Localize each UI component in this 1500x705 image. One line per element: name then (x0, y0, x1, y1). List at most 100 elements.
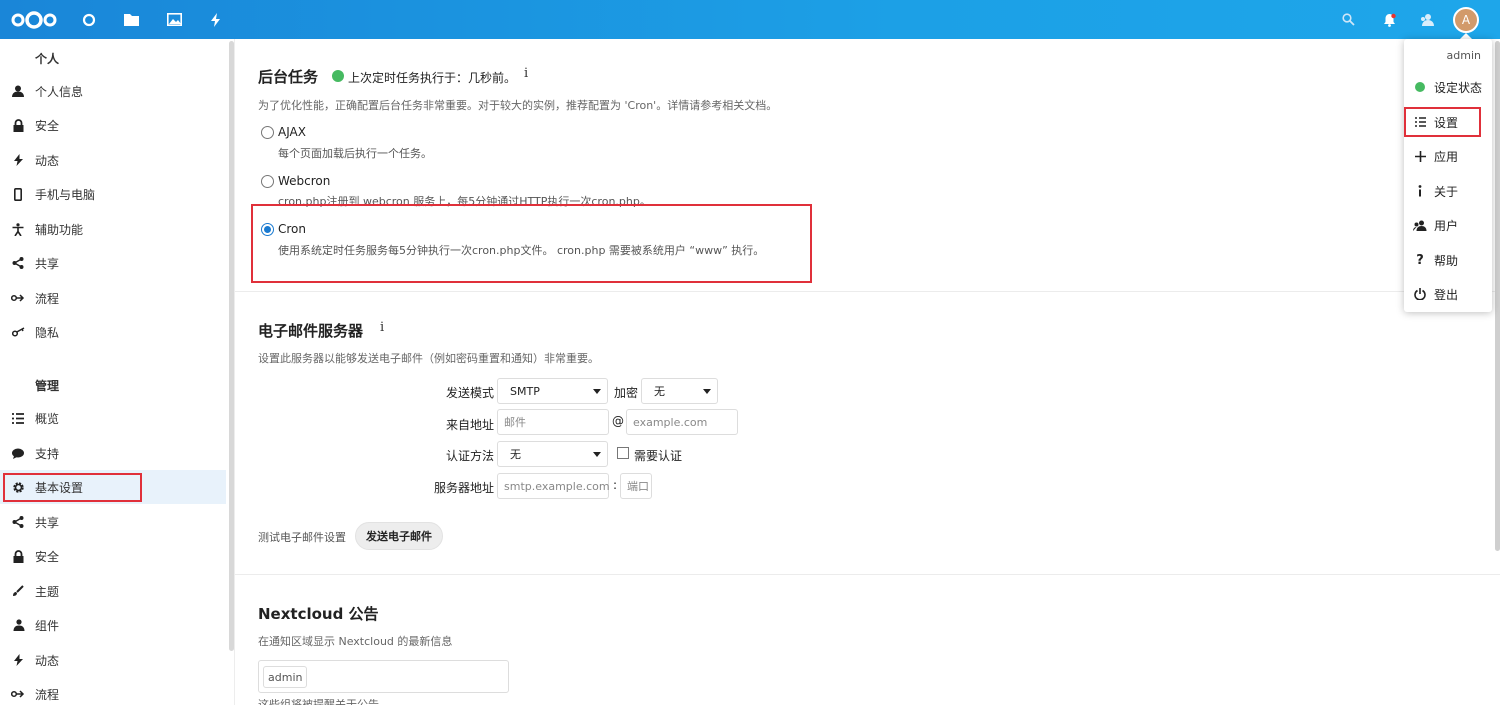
news-groups-input[interactable]: admin (258, 660, 509, 693)
sidebar-item-label: 流程 (35, 291, 60, 306)
background-jobs-info-icon[interactable]: i (524, 66, 528, 81)
sidebar-item-personal-info[interactable]: 个人信息 (0, 74, 226, 108)
at-sign: @ (612, 414, 624, 428)
radio-ajax[interactable] (261, 126, 274, 139)
radio-webcron[interactable] (261, 175, 274, 188)
section-divider (235, 291, 1500, 292)
email-info-icon[interactable]: i (380, 320, 384, 335)
auth-method-select[interactable]: 无 (497, 441, 608, 467)
chevron-down-icon (593, 389, 601, 394)
from-address-input[interactable]: 邮件 (497, 409, 609, 435)
sidebar-item-label: 手机与电脑 (35, 187, 96, 202)
menu-item-set-status[interactable]: 设定状态 (1404, 70, 1492, 104)
sidebar-item-overview[interactable]: 概览 (0, 401, 226, 435)
menu-item-about[interactable]: 关于 (1404, 174, 1492, 208)
radio-ajax-label: AJAX (278, 125, 306, 139)
from-address-label: 来自地址 (445, 418, 494, 432)
users-icon (1413, 220, 1427, 231)
menu-item-label: 登出 (1434, 287, 1459, 302)
port-input[interactable]: 端口 (620, 473, 652, 499)
dashboard-icon[interactable] (80, 0, 98, 39)
lock-icon (11, 549, 25, 563)
menu-item-logout[interactable]: 登出 (1404, 277, 1492, 311)
activity-icon[interactable] (207, 0, 225, 39)
encryption-select[interactable]: 无 (641, 378, 718, 404)
sidebar-item-sharing[interactable]: 共享 (0, 246, 226, 280)
sidebar-item-admin-security[interactable]: 安全 (0, 539, 226, 573)
accessibility-icon (11, 222, 25, 236)
top-header: A (0, 0, 1500, 39)
send-mode-label: 发送模式 (445, 386, 494, 400)
news-description: 在通知区域显示 Nextcloud 的最新信息 (258, 635, 453, 648)
auth-required-label: 需要认证 (634, 449, 683, 463)
avatar-letter: A (1461, 13, 1471, 27)
menu-item-apps[interactable]: 应用 (1404, 139, 1492, 173)
radio-ajax-description: 每个页面加载后执行一个任务。 (278, 147, 432, 160)
photos-icon[interactable] (165, 0, 183, 39)
server-address-input[interactable]: smtp.example.com (497, 473, 610, 499)
sidebar-item-flow[interactable]: 流程 (0, 281, 226, 315)
sidebar-item-admin-sharing[interactable]: 共享 (0, 505, 226, 539)
menu-item-label: 用户 (1434, 218, 1459, 233)
sidebar-item-groupware[interactable]: 组件 (0, 608, 226, 642)
radio-webcron-label: Webcron (278, 174, 331, 188)
sidebar-item-label: 概览 (35, 411, 60, 426)
list-icon (11, 411, 25, 425)
sidebar-item-admin-activity[interactable]: 动态 (0, 643, 226, 677)
sidebar-item-label: 主题 (35, 584, 60, 599)
nextcloud-logo-icon[interactable] (9, 0, 59, 39)
port-colon: : (613, 478, 618, 492)
auth-method-label: 认证方法 (445, 449, 494, 463)
sidebar-item-activity[interactable]: 动态 (0, 143, 226, 177)
sidebar-item-theming[interactable]: 主题 (0, 574, 226, 608)
page-scrollbar[interactable] (1495, 41, 1500, 551)
highlight-box-basic-settings (3, 473, 142, 502)
user-menu: admin 设定状态 设置 应用 关于 用户 ? 帮助 登出 (1404, 39, 1492, 312)
sidebar-item-privacy[interactable]: 隐私 (0, 315, 226, 349)
encryption-value: 无 (654, 385, 665, 398)
key-icon (11, 325, 25, 339)
menu-item-users[interactable]: 用户 (1404, 208, 1492, 242)
group-icon (11, 618, 25, 632)
cron-status-dot (332, 70, 344, 82)
sidebar-item-accessibility[interactable]: 辅助功能 (0, 212, 226, 246)
server-address-label: 服务器地址 (433, 481, 494, 495)
user-icon (11, 84, 25, 98)
group-tag-admin[interactable]: admin (263, 666, 308, 688)
sidebar-item-label: 个人信息 (35, 84, 84, 99)
power-icon (1413, 288, 1427, 300)
sidebar-item-mobile-desktop[interactable]: 手机与电脑 (0, 177, 226, 211)
flow-icon (11, 291, 25, 305)
files-icon[interactable] (122, 0, 140, 39)
section-divider (235, 574, 1500, 575)
share-icon (11, 515, 25, 529)
sidebar-item-label: 组件 (35, 618, 60, 633)
auth-required-checkbox[interactable] (617, 447, 629, 459)
background-jobs-description: 为了优化性能，正确配置后台任务非常重要。对于较大的实例，推荐配置为 'Cron'… (258, 99, 778, 112)
email-description: 设置此服务器以能够发送电子邮件（例如密码重置和通知）非常重要。 (258, 352, 599, 365)
sidebar-item-label: 流程 (35, 687, 60, 702)
sidebar-item-label: 共享 (35, 515, 60, 530)
sidebar-item-label: 安全 (35, 549, 60, 564)
contacts-icon[interactable] (1417, 0, 1435, 39)
notifications-icon[interactable] (1380, 0, 1398, 39)
send-email-button[interactable]: 发送电子邮件 (355, 522, 443, 550)
sidebar-item-label: 辅助功能 (35, 222, 84, 237)
menu-item-label: 关于 (1434, 184, 1459, 199)
menu-item-label: 帮助 (1434, 253, 1459, 268)
lightning-icon (11, 653, 25, 667)
sidebar-item-security[interactable]: 安全 (0, 108, 226, 142)
sidebar-item-admin-flow[interactable]: 流程 (0, 677, 226, 705)
send-mode-select[interactable]: SMTP (497, 378, 608, 404)
background-jobs-title: 后台任务 (258, 68, 319, 86)
lightning-icon (11, 153, 25, 167)
sidebar-caption-admin: 管理 (35, 379, 60, 393)
avatar[interactable]: A (1453, 7, 1479, 33)
highlight-box-cron (251, 204, 812, 283)
search-icon[interactable] (1339, 0, 1357, 39)
share-icon (11, 256, 25, 270)
sidebar-item-label: 隐私 (35, 325, 60, 340)
from-domain-input[interactable]: example.com (626, 409, 738, 435)
sidebar-item-support[interactable]: 支持 (0, 436, 226, 470)
menu-item-help[interactable]: ? 帮助 (1404, 243, 1492, 277)
